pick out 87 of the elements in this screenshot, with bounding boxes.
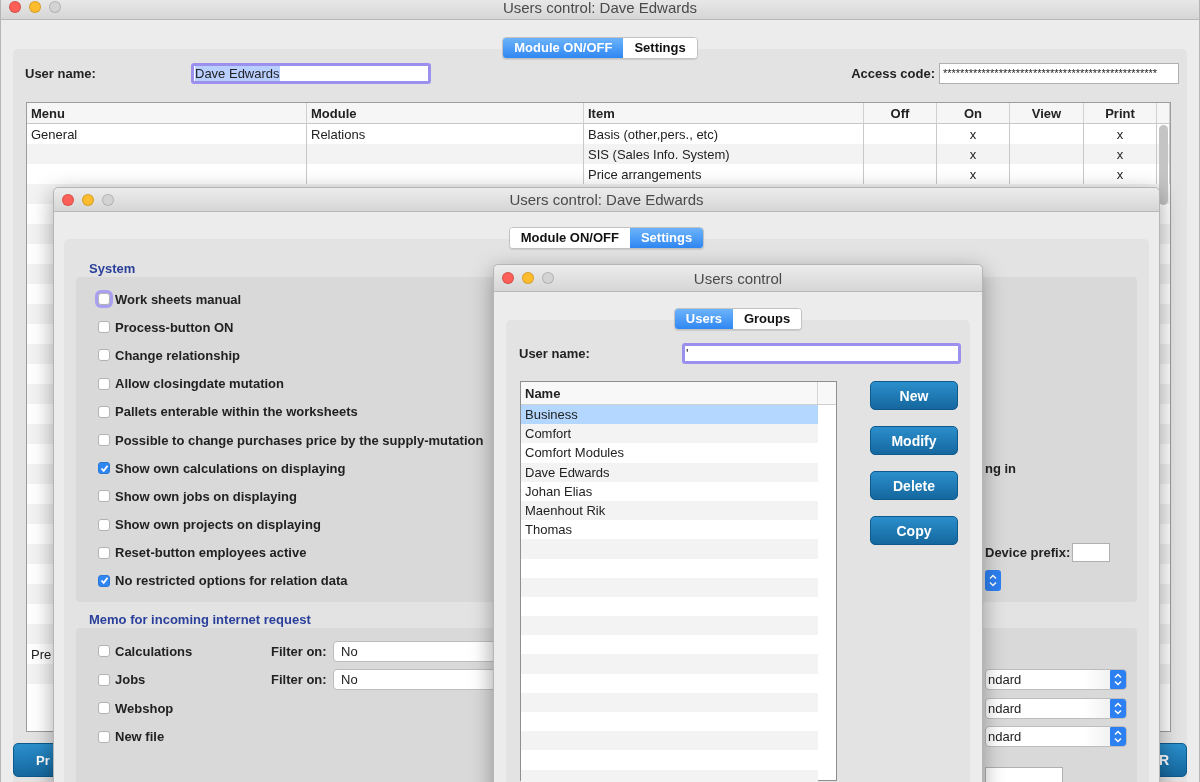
list-item[interactable]: Maenhout Rik — [521, 500, 818, 521]
checkbox[interactable] — [98, 405, 110, 418]
checkbox[interactable] — [98, 377, 110, 390]
updown-arrows-icon — [1110, 670, 1126, 690]
column-header[interactable]: Module — [307, 103, 584, 124]
checkbox[interactable] — [98, 546, 110, 559]
field-label: User name: — [519, 346, 591, 361]
checkbox-label: No restricted options for relation data — [115, 573, 348, 589]
updown-arrows-icon — [1110, 727, 1126, 747]
dropdown[interactable]: ndard — [985, 697, 1127, 719]
close-icon[interactable] — [62, 193, 74, 206]
input-field[interactable]: ' — [681, 343, 961, 364]
checkbox-label: Calculations — [115, 643, 193, 659]
field-label: User name: — [25, 65, 97, 81]
checkbox[interactable] — [98, 293, 110, 306]
close-icon[interactable] — [9, 1, 21, 13]
checkbox-label: Show own jobs on displaying — [115, 488, 297, 504]
list-item[interactable]: Business — [521, 405, 818, 425]
dropdown[interactable]: ndard — [985, 669, 1127, 691]
list-item[interactable]: Dave Edwards — [521, 462, 818, 482]
table-cell: Pre — [31, 646, 52, 662]
tab[interactable]: Settings — [623, 38, 697, 58]
updown-arrows-icon — [985, 570, 1001, 592]
minimize-icon[interactable] — [29, 1, 41, 13]
checkbox-label: Jobs — [115, 672, 146, 688]
table-cell: SIS (Sales Info. System) — [584, 144, 864, 164]
button[interactable]: Delete — [870, 471, 958, 500]
tab[interactable]: Groups — [732, 309, 802, 329]
column-header[interactable]: View — [1010, 103, 1084, 124]
checkbox[interactable] — [98, 518, 110, 531]
field-label: Device prefix: — [985, 545, 1071, 561]
checkbox[interactable] — [98, 321, 110, 334]
checkbox[interactable] — [98, 462, 110, 475]
checkbox-label: Work sheets manual — [115, 291, 242, 307]
dropdown[interactable]: ndard — [985, 726, 1127, 748]
button[interactable]: Copy — [870, 516, 958, 545]
input-field[interactable] — [985, 767, 1063, 782]
checkbox[interactable] — [98, 730, 110, 743]
checkbox[interactable] — [98, 490, 110, 503]
tab[interactable]: Module ON/OFF — [509, 228, 630, 248]
checkbox[interactable] — [98, 574, 110, 587]
input-field[interactable]: Dave Edwards — [191, 62, 431, 84]
checkbox[interactable] — [98, 645, 110, 658]
checkbox[interactable] — [98, 349, 110, 362]
button[interactable]: New — [870, 381, 958, 410]
column-header[interactable]: Item — [584, 103, 864, 124]
column-header[interactable]: Off — [864, 103, 937, 124]
close-icon[interactable] — [502, 272, 514, 284]
table-cell: x — [1084, 144, 1157, 164]
checkbox[interactable] — [98, 702, 110, 715]
checkbox-label: Reset-button employees active — [115, 545, 307, 561]
list-item[interactable]: Comfort — [521, 424, 818, 444]
zoom-icon — [49, 1, 61, 13]
checkbox-label: Change relationship — [115, 347, 240, 363]
button[interactable]: Modify — [870, 426, 958, 455]
minimize-icon[interactable] — [82, 193, 94, 206]
field-label: Access code: — [851, 65, 935, 81]
checkbox-label: Process-button ON — [115, 319, 234, 335]
zoom-icon — [542, 272, 554, 284]
field-label: Filter on: — [271, 672, 327, 688]
field-label: Filter on: — [271, 643, 327, 659]
window-title: Users control: Dave Edwards — [509, 191, 704, 208]
updown-arrows-icon — [1110, 698, 1126, 718]
window-title: Users control: Dave Edwards — [502, 0, 698, 16]
section-title: Memo for incoming internet request — [89, 610, 311, 629]
checkbox[interactable] — [98, 673, 110, 686]
window-title: Users control — [693, 269, 783, 287]
checkbox-label: New file — [115, 729, 165, 745]
checkbox-label: Allow closingdate mutation — [115, 376, 284, 392]
input-field[interactable] — [1072, 543, 1111, 563]
password-field[interactable]: ************************************************** — [939, 62, 1179, 84]
minimize-icon[interactable] — [522, 272, 534, 284]
checkbox-label: Pallets enterable within the worksheets — [115, 404, 358, 420]
column-header[interactable]: Menu — [27, 103, 307, 124]
checkbox-label: Show own calculations on displaying — [115, 460, 346, 476]
scrollbar[interactable] — [1159, 125, 1168, 205]
checkbox-label: Show own projects on displaying — [115, 517, 321, 533]
checkbox-label: Possible to change purchases price by the supply-mutation — [115, 432, 484, 448]
zoom-icon — [102, 193, 114, 206]
setting-label: ng in — [985, 460, 1017, 476]
dropdown[interactable] — [985, 570, 1001, 592]
column-header[interactable]: Print — [1084, 103, 1157, 124]
section-title: System — [89, 259, 136, 277]
checkbox[interactable] — [98, 434, 110, 447]
column-header[interactable]: On — [937, 103, 1010, 124]
checkbox-label: Webshop — [115, 700, 174, 716]
table-cell: x — [937, 144, 1010, 164]
